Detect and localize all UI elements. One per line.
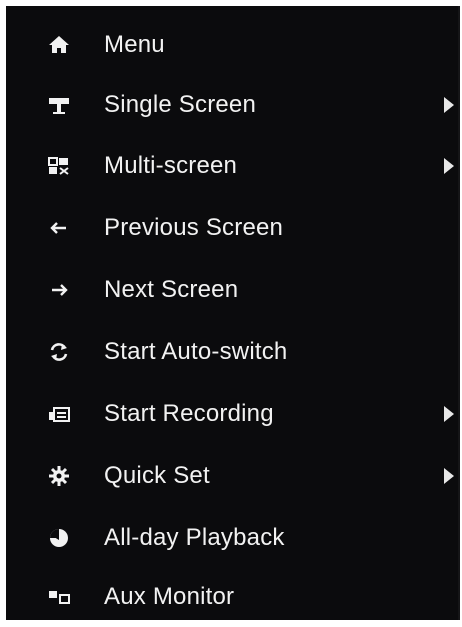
single-screen-icon (44, 90, 74, 120)
arrow-right-icon (44, 275, 74, 305)
context-menu: Menu Single Screen Multi-screen Previous… (6, 6, 460, 620)
menu-item-previous-screen[interactable]: Previous Screen (6, 198, 460, 258)
menu-item-all-day-playback[interactable]: All-day Playback (6, 508, 460, 568)
menu-item-label: Start Auto-switch (104, 338, 288, 365)
menu-item-start-auto-switch[interactable]: Start Auto-switch (6, 322, 460, 382)
menu-item-label: Quick Set (104, 462, 210, 489)
menu-item-label: Aux Monitor (104, 583, 235, 610)
menu-item-menu[interactable]: Menu (6, 15, 460, 75)
menu-item-multi-screen[interactable]: Multi-screen (6, 136, 460, 196)
submenu-arrow-icon (444, 468, 454, 484)
menu-item-label: Next Screen (104, 276, 239, 303)
submenu-arrow-icon (444, 158, 454, 174)
menu-item-label: Previous Screen (104, 214, 284, 241)
submenu-arrow-icon (444, 406, 454, 422)
multi-screen-icon (44, 151, 74, 181)
menu-item-next-screen[interactable]: Next Screen (6, 260, 460, 320)
menu-item-single-screen[interactable]: Single Screen (6, 75, 460, 135)
menu-item-label: All-day Playback (104, 524, 285, 551)
refresh-icon (44, 337, 74, 367)
menu-item-start-recording[interactable]: Start Recording (6, 384, 460, 444)
aux-monitor-icon (44, 582, 74, 612)
home-icon (44, 30, 74, 60)
gear-icon (44, 461, 74, 491)
menu-item-label: Menu (104, 31, 165, 58)
record-icon (44, 399, 74, 429)
menu-item-quick-set[interactable]: Quick Set (6, 446, 460, 506)
playback-icon (44, 523, 74, 553)
arrow-left-icon (44, 213, 74, 243)
menu-item-aux-monitor[interactable]: Aux Monitor (6, 567, 460, 627)
menu-item-label: Single Screen (104, 91, 257, 118)
submenu-arrow-icon (444, 97, 454, 113)
menu-border (458, 6, 460, 620)
menu-item-label: Multi-screen (104, 152, 238, 179)
menu-item-label: Start Recording (104, 400, 274, 427)
